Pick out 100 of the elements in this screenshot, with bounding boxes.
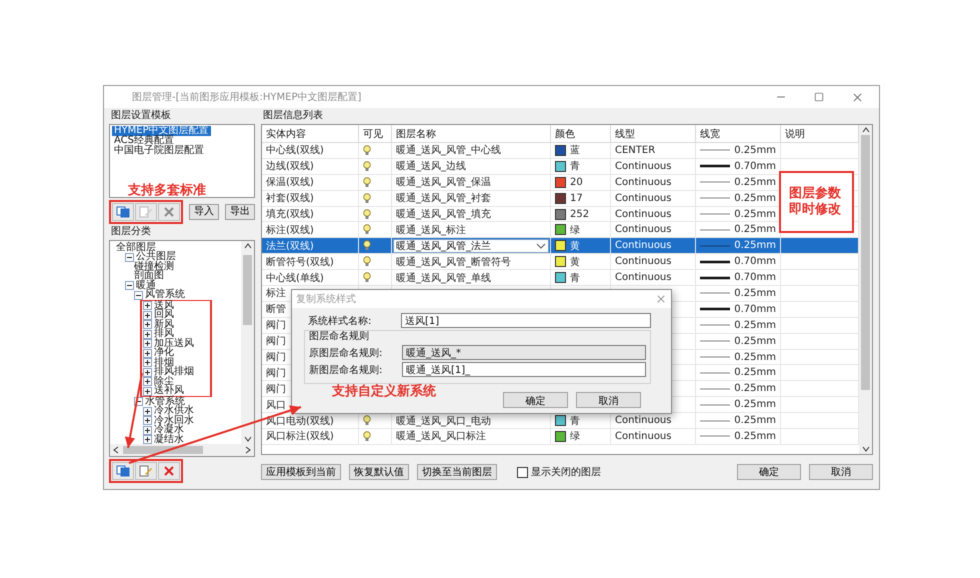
expand-icon[interactable] <box>143 339 152 348</box>
column-header[interactable]: 图层名称 <box>392 125 551 142</box>
collapse-icon[interactable] <box>125 281 134 290</box>
color-swatch[interactable] <box>555 430 566 442</box>
dialog-button[interactable]: 取消 <box>576 392 641 408</box>
column-header[interactable]: 线宽 <box>696 125 781 142</box>
tree-item[interactable]: 冷水回水 <box>154 416 194 426</box>
entity-text: 标注 <box>266 286 286 300</box>
bulb-icon[interactable] <box>363 176 371 188</box>
bulb-icon[interactable] <box>363 224 371 236</box>
tool-button[interactable] <box>135 462 157 480</box>
entity-text: 断管 <box>266 302 286 316</box>
expand-icon[interactable] <box>143 301 152 310</box>
tool-button[interactable] <box>158 462 180 480</box>
tree-item[interactable]: 送补风 <box>154 386 184 396</box>
expand-icon[interactable] <box>143 377 152 386</box>
color-text: 绿 <box>570 224 580 237</box>
expand-icon[interactable] <box>143 310 152 320</box>
scroll-down-icon[interactable] <box>862 446 870 452</box>
color-swatch[interactable] <box>555 415 566 426</box>
scroll-down-icon[interactable] <box>244 436 252 442</box>
bulb-icon[interactable] <box>363 272 371 284</box>
input-field[interactable]: 送风[1] <box>401 313 651 328</box>
table-row[interactable]: 标注(双线) 暖通_送风_标注 绿 Continuous 0.25mm <box>262 222 859 238</box>
tree-item[interactable]: 排烟 <box>154 358 174 368</box>
action-button[interactable]: 切换至当前图层 <box>417 464 497 480</box>
bulb-icon[interactable] <box>363 144 371 156</box>
tree-item[interactable]: 水管系统 <box>145 396 185 407</box>
bulb-icon[interactable] <box>363 256 371 268</box>
template-item[interactable]: ACS经典配置 <box>112 136 176 146</box>
table-row[interactable]: 中心线(单线) 暖通_送风_风管_单线 青 Continuous 0.70mm <box>262 270 859 286</box>
scroll-up-icon[interactable] <box>862 127 870 133</box>
line-weight-sample <box>700 386 730 392</box>
color-swatch[interactable] <box>555 240 566 252</box>
dialog-button[interactable]: 确定 <box>737 464 801 480</box>
toolbar-button[interactable]: 导入 <box>189 204 219 220</box>
bulb-icon[interactable] <box>363 208 371 220</box>
checkbox[interactable] <box>517 466 528 478</box>
expand-icon[interactable] <box>143 358 152 368</box>
linetype-text: Continuous <box>615 272 672 284</box>
table-row[interactable]: 边线(双线) 暖通_送风_边线 青 Continuous 0.70mm <box>262 158 859 175</box>
tree-item[interactable]: 冷水供水 <box>154 406 194 416</box>
tree-item[interactable]: 风管系统 <box>145 290 185 300</box>
expand-icon[interactable] <box>143 416 152 426</box>
tool-button[interactable] <box>112 462 134 480</box>
scrollbar-thumb[interactable] <box>861 135 870 390</box>
scroll-right-icon[interactable] <box>245 446 251 454</box>
line-weight-sample <box>700 370 730 376</box>
horizontal-scrollbar[interactable] <box>110 444 254 456</box>
column-header[interactable]: 可见 <box>359 125 392 142</box>
dialog-button[interactable]: 取消 <box>809 464 873 480</box>
tree-item[interactable]: 新风 <box>154 320 174 330</box>
collapse-icon[interactable] <box>125 252 134 262</box>
table-row[interactable]: 风口标注(双线) 暖通_送风_风口标注 绿 Continuous 0.25mm <box>262 429 859 445</box>
expand-icon[interactable] <box>143 368 152 377</box>
column-header[interactable]: 实体内容 <box>262 125 359 142</box>
color-swatch[interactable] <box>555 256 566 268</box>
color-swatch[interactable] <box>555 144 566 156</box>
expand-icon[interactable] <box>143 386 152 396</box>
table-row[interactable]: 法兰(双线) 暖通_送风_风管_法兰 黄 Continuous 0.25mm <box>262 238 859 254</box>
color-swatch[interactable] <box>555 224 566 236</box>
color-swatch[interactable] <box>555 272 566 284</box>
action-button[interactable]: 恢复默认值 <box>349 464 409 480</box>
column-header[interactable]: 颜色 <box>551 125 611 142</box>
close-icon[interactable] <box>655 293 667 305</box>
tree-item[interactable]: 凝结水 <box>154 434 184 444</box>
color-swatch[interactable] <box>555 160 566 172</box>
column-header[interactable]: 线型 <box>611 125 696 142</box>
table-row[interactable]: 断管符号(双线) 暖通_送风_风管_断管符号 黄 Continuous 0.70mm <box>262 254 859 270</box>
expand-icon[interactable] <box>143 406 152 416</box>
copy-icon <box>116 206 130 218</box>
color-swatch[interactable] <box>555 176 566 188</box>
expand-icon[interactable] <box>143 426 152 435</box>
expand-icon[interactable] <box>143 330 152 339</box>
bulb-icon[interactable] <box>363 415 371 426</box>
bulb-icon[interactable] <box>363 240 371 252</box>
expand-icon[interactable] <box>143 348 152 358</box>
color-swatch[interactable] <box>555 192 566 204</box>
dialog-button[interactable]: 确定 <box>503 392 568 408</box>
scroll-up-icon[interactable] <box>244 243 252 249</box>
collapse-icon[interactable] <box>134 290 143 300</box>
bulb-icon[interactable] <box>363 160 371 172</box>
toolbar-button[interactable]: 导出 <box>225 204 255 220</box>
vertical-scrollbar[interactable] <box>859 125 872 454</box>
table-row[interactable]: 中心线(双线) 暖通_送风_风管_中心线 蓝 CENTER 0.25mm <box>262 143 859 159</box>
vertical-scrollbar[interactable] <box>241 241 254 444</box>
tool-button[interactable] <box>112 203 134 221</box>
bulb-icon[interactable] <box>363 430 371 442</box>
input-field[interactable]: 暖通_送风[1]_ <box>402 362 646 377</box>
bulb-icon[interactable] <box>363 192 371 204</box>
color-swatch[interactable] <box>555 208 566 220</box>
template-item[interactable]: 中国电子院图层配置 <box>112 146 206 156</box>
line-weight-sample <box>700 195 730 202</box>
expand-icon[interactable] <box>143 435 152 444</box>
layer-name-dropdown[interactable]: 暖通_送风_风管_法兰 <box>393 238 549 253</box>
scrollbar-thumb[interactable] <box>243 255 252 325</box>
action-button[interactable]: 应用模板到当前 <box>261 464 341 480</box>
expand-icon[interactable] <box>143 320 152 330</box>
scroll-left-icon[interactable] <box>113 446 119 454</box>
scrollbar-thumb[interactable] <box>123 446 203 454</box>
